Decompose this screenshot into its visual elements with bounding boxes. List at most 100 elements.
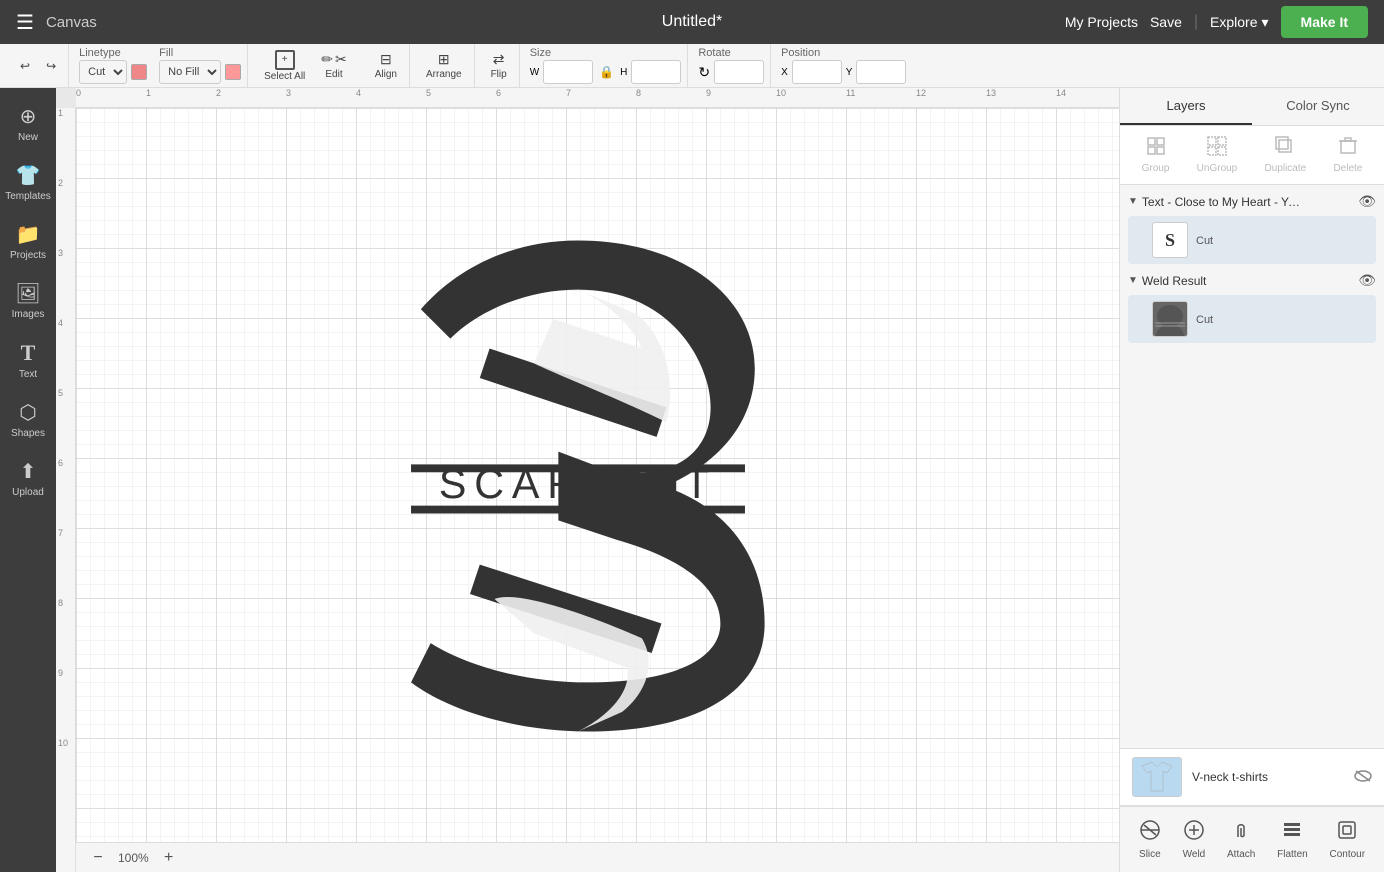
text-layer-name: Text - Close to My Heart - You...	[1142, 195, 1302, 209]
canvas-area[interactable]: 0 1 2 3 4 5 6 7 8 9 10 11 12 13 14 1 2	[56, 88, 1119, 872]
sidebar-item-text[interactable]: T Text	[2, 332, 54, 388]
delete-action[interactable]: Delete	[1325, 132, 1370, 178]
undo-button[interactable]: ↩	[14, 55, 36, 77]
zoom-out-button[interactable]: −	[86, 846, 110, 870]
align-button[interactable]: ⊟ Align	[369, 47, 403, 84]
slice-action[interactable]: Slice	[1131, 815, 1169, 864]
ungroup-action[interactable]: UnGroup	[1189, 132, 1246, 178]
s-layer-item[interactable]: S Cut	[1128, 216, 1376, 264]
fill-select[interactable]: No Fill	[159, 60, 221, 84]
zoom-in-button[interactable]: +	[157, 846, 181, 870]
attach-label: Attach	[1227, 849, 1255, 860]
group-label: Group	[1142, 163, 1170, 174]
width-input[interactable]	[543, 60, 593, 84]
flip-button[interactable]: ⇄ Flip	[485, 47, 513, 84]
left-sidebar: ⊕ New 👕 Templates 📁 Projects 🖼 Images T …	[0, 88, 56, 872]
ungroup-icon	[1207, 136, 1227, 161]
slice-icon	[1139, 819, 1161, 846]
layers-bottom: V-neck t-shirts Slice Weld	[1120, 748, 1384, 872]
attach-icon	[1230, 819, 1252, 846]
size-label: Size	[530, 47, 682, 59]
ruler-top: 0 1 2 3 4 5 6 7 8 9 10 11 12 13 14	[76, 88, 1119, 108]
layer-group-weld-header[interactable]: ▼ Weld Result 👁	[1120, 268, 1384, 293]
bottom-actions: Slice Weld Attach	[1120, 806, 1384, 872]
sidebar-item-images[interactable]: 🖼 Images	[2, 273, 54, 328]
background-item[interactable]: V-neck t-shirts	[1120, 749, 1384, 806]
text-icon: T	[21, 340, 36, 366]
linetype-color	[131, 64, 147, 80]
weld-layer-chevron: ▼	[1128, 275, 1138, 286]
select-all-icon: +	[275, 50, 295, 70]
tab-color-sync[interactable]: Color Sync	[1252, 88, 1384, 125]
scarlett-text: SCARLETT	[438, 461, 716, 507]
flatten-action[interactable]: Flatten	[1269, 815, 1316, 864]
sidebar-item-shapes[interactable]: ⬡ Shapes	[2, 392, 54, 447]
slice-label: Slice	[1139, 849, 1161, 860]
x-input[interactable]: 0	[792, 60, 842, 84]
shapes-label: Shapes	[11, 428, 45, 439]
layer-group-weld: ▼ Weld Result 👁 Cut	[1120, 268, 1384, 343]
weld-layer-item[interactable]: Cut	[1128, 295, 1376, 343]
weld-layer-info: Cut	[1196, 310, 1368, 328]
height-input[interactable]	[631, 60, 681, 84]
top-navigation: ☰ Canvas Untitled* My Projects Save | Ex…	[0, 0, 1384, 44]
templates-label: Templates	[5, 191, 51, 202]
weld-layer-name: Weld Result	[1142, 274, 1302, 288]
linetype-select[interactable]: Cut	[79, 60, 127, 84]
duplicate-action[interactable]: Duplicate	[1257, 132, 1315, 178]
weld-action[interactable]: Weld	[1175, 815, 1214, 864]
ungroup-label: UnGroup	[1197, 163, 1238, 174]
group-action[interactable]: Group	[1134, 132, 1178, 178]
linetype-label: Linetype	[79, 47, 147, 59]
tab-layers[interactable]: Layers	[1120, 88, 1252, 125]
design-element[interactable]: SCARLETT	[378, 211, 778, 761]
text-layer-chevron: ▼	[1128, 196, 1138, 207]
my-projects-link[interactable]: My Projects	[1065, 14, 1138, 30]
layer-group-text-header[interactable]: ▼ Text - Close to My Heart - You... 👁	[1120, 189, 1384, 214]
sidebar-item-templates[interactable]: 👕 Templates	[2, 155, 54, 210]
fill-label: Fill	[159, 47, 241, 59]
bg-label: V-neck t-shirts	[1192, 770, 1344, 784]
contour-action[interactable]: Contour	[1321, 815, 1373, 864]
y-input[interactable]: 0	[856, 60, 906, 84]
contour-icon	[1336, 819, 1358, 846]
menu-icon[interactable]: ☰	[16, 10, 34, 35]
duplicate-label: Duplicate	[1265, 163, 1307, 174]
save-button[interactable]: Save	[1150, 14, 1182, 30]
panel-tabs: Layers Color Sync	[1120, 88, 1384, 126]
make-it-button[interactable]: Make It	[1281, 6, 1368, 38]
app-title: Canvas	[46, 14, 97, 31]
s-layer-thumb: S	[1152, 222, 1188, 258]
templates-icon: 👕	[16, 163, 41, 188]
images-label: Images	[12, 309, 45, 320]
position-label: Position	[781, 47, 906, 59]
redo-button[interactable]: ↪	[40, 55, 62, 77]
canvas-content[interactable]: SCARLETT	[76, 108, 1119, 842]
arrange-button[interactable]: ⊞ Arrange	[420, 47, 468, 84]
layers-list: ▼ Text - Close to My Heart - You... 👁 S …	[1120, 185, 1384, 748]
duplicate-icon	[1275, 136, 1295, 161]
group-icon	[1146, 136, 1166, 161]
ruler-left: 1 2 3 4 5 6 7 8 9 10	[56, 108, 76, 872]
lock-icon[interactable]: 🔒	[597, 63, 616, 81]
sidebar-item-upload[interactable]: ⬆ Upload	[2, 451, 54, 506]
bg-eye-icon[interactable]	[1354, 769, 1372, 785]
sidebar-item-new[interactable]: ⊕ New	[2, 96, 54, 151]
projects-label: Projects	[10, 250, 46, 261]
select-all-button[interactable]: + Select All	[258, 48, 311, 84]
contour-label: Contour	[1329, 849, 1365, 860]
explore-button[interactable]: Explore ▾	[1210, 14, 1269, 31]
bottom-bar	[411, 506, 745, 514]
weld-layer-type: Cut	[1196, 314, 1213, 326]
edit-button[interactable]: ✏ ✂ Edit	[315, 49, 352, 82]
weld-layer-thumb	[1152, 301, 1188, 337]
s-layer-type: Cut	[1196, 235, 1213, 247]
right-panel: Layers Color Sync Group UnGroup	[1119, 88, 1384, 872]
sidebar-item-projects[interactable]: 📁 Projects	[2, 214, 54, 269]
text-layer-eye-icon[interactable]: 👁	[1358, 193, 1376, 210]
delete-label: Delete	[1333, 163, 1362, 174]
attach-action[interactable]: Attach	[1219, 815, 1263, 864]
new-label: New	[18, 132, 38, 143]
rotate-input[interactable]	[714, 60, 764, 84]
weld-layer-eye-icon[interactable]: 👁	[1358, 272, 1376, 289]
